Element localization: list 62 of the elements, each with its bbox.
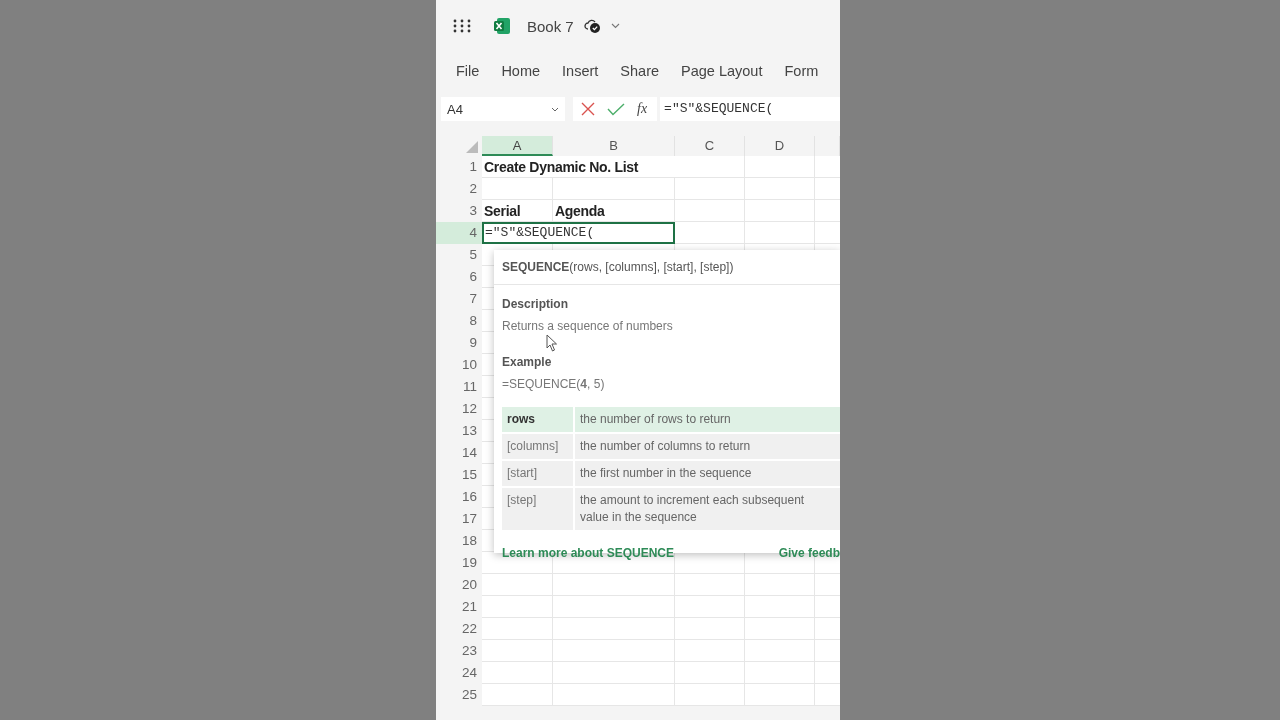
insert-function-button[interactable]: fx	[637, 101, 648, 117]
argument-description: the number of rows to return	[573, 407, 840, 432]
menu-tab[interactable]: Page Layout	[681, 63, 763, 79]
row-header[interactable]: 8	[436, 310, 482, 332]
row-header[interactable]: 17	[436, 508, 482, 530]
mouse-pointer-icon	[546, 334, 558, 352]
chevron-down-icon[interactable]	[610, 23, 620, 29]
argument-description: the amount to increment each subsequent value in the sequence	[573, 488, 840, 530]
workbook-title[interactable]: Book 7	[527, 17, 574, 35]
menu-tab[interactable]: Form	[784, 63, 819, 79]
argument-description: the first number in the sequence	[573, 461, 840, 486]
menu-tab[interactable]: Home	[501, 63, 541, 79]
cell-text: Agenda	[555, 203, 605, 219]
cell-text: Serial	[484, 203, 521, 219]
row-header[interactable]: 25	[436, 684, 482, 706]
check-icon[interactable]	[607, 102, 625, 116]
row-header[interactable]: 5	[436, 244, 482, 266]
name-box[interactable]: A4	[441, 97, 565, 121]
row-header[interactable]: 2	[436, 178, 482, 200]
row-header[interactable]: 20	[436, 574, 482, 596]
row-header[interactable]: 12	[436, 398, 482, 420]
cancel-icon[interactable]	[581, 102, 595, 116]
argument-name: [step]	[506, 492, 538, 509]
row-header[interactable]: 6	[436, 266, 482, 288]
row-header[interactable]: 16	[436, 486, 482, 508]
cell-text: Create Dynamic No. List	[484, 159, 639, 175]
row-header[interactable]: 19	[436, 552, 482, 574]
description-text: Returns a sequence of numbers	[502, 319, 674, 333]
function-signature: SEQUENCE(rows, [columns], [start], [step])	[494, 250, 840, 285]
row-header[interactable]: 21	[436, 596, 482, 618]
row-header[interactable]: 4	[436, 222, 482, 244]
row-header[interactable]: 1	[436, 156, 482, 178]
cloud-saved-icon[interactable]	[583, 18, 601, 34]
description-heading: Description	[502, 297, 569, 311]
row-header[interactable]: 14	[436, 442, 482, 464]
row-header[interactable]: 15	[436, 464, 482, 486]
app-launcher-icon[interactable]	[453, 19, 471, 33]
menu-tab[interactable]: Share	[620, 63, 660, 79]
argument-description: the number of columns to return	[573, 434, 840, 459]
row-header[interactable]: 11	[436, 376, 482, 398]
menu-tab[interactable]: Insert	[562, 63, 599, 79]
spreadsheet-app-icon	[493, 17, 511, 35]
row-header[interactable]: 7	[436, 288, 482, 310]
column-header[interactable]: A	[482, 136, 553, 156]
row-header[interactable]: 3	[436, 200, 482, 222]
menu-tab[interactable]: File	[456, 63, 480, 79]
row-header[interactable]: 18	[436, 530, 482, 552]
argument-name: [columns]	[506, 438, 560, 455]
feedback-link[interactable]: Give feedb	[778, 546, 840, 560]
row-header[interactable]: 9	[436, 332, 482, 354]
row-header[interactable]: 13	[436, 420, 482, 442]
row-header[interactable]: 22	[436, 618, 482, 640]
row-header[interactable]: 24	[436, 662, 482, 684]
example-text: =SEQUENCE(4, 5)	[502, 377, 606, 391]
argument-name: [start]	[506, 465, 538, 482]
argument-name: rows	[506, 411, 536, 428]
row-header[interactable]: 10	[436, 354, 482, 376]
learn-more-link[interactable]: Learn more about SEQUENCE	[502, 546, 675, 560]
active-cell-editor[interactable]: ="S"&SEQUENCE(	[482, 222, 675, 244]
example-heading: Example	[502, 355, 553, 369]
row-header[interactable]: 23	[436, 640, 482, 662]
formula-input[interactable]: ="S"&SEQUENCE(	[660, 97, 840, 121]
